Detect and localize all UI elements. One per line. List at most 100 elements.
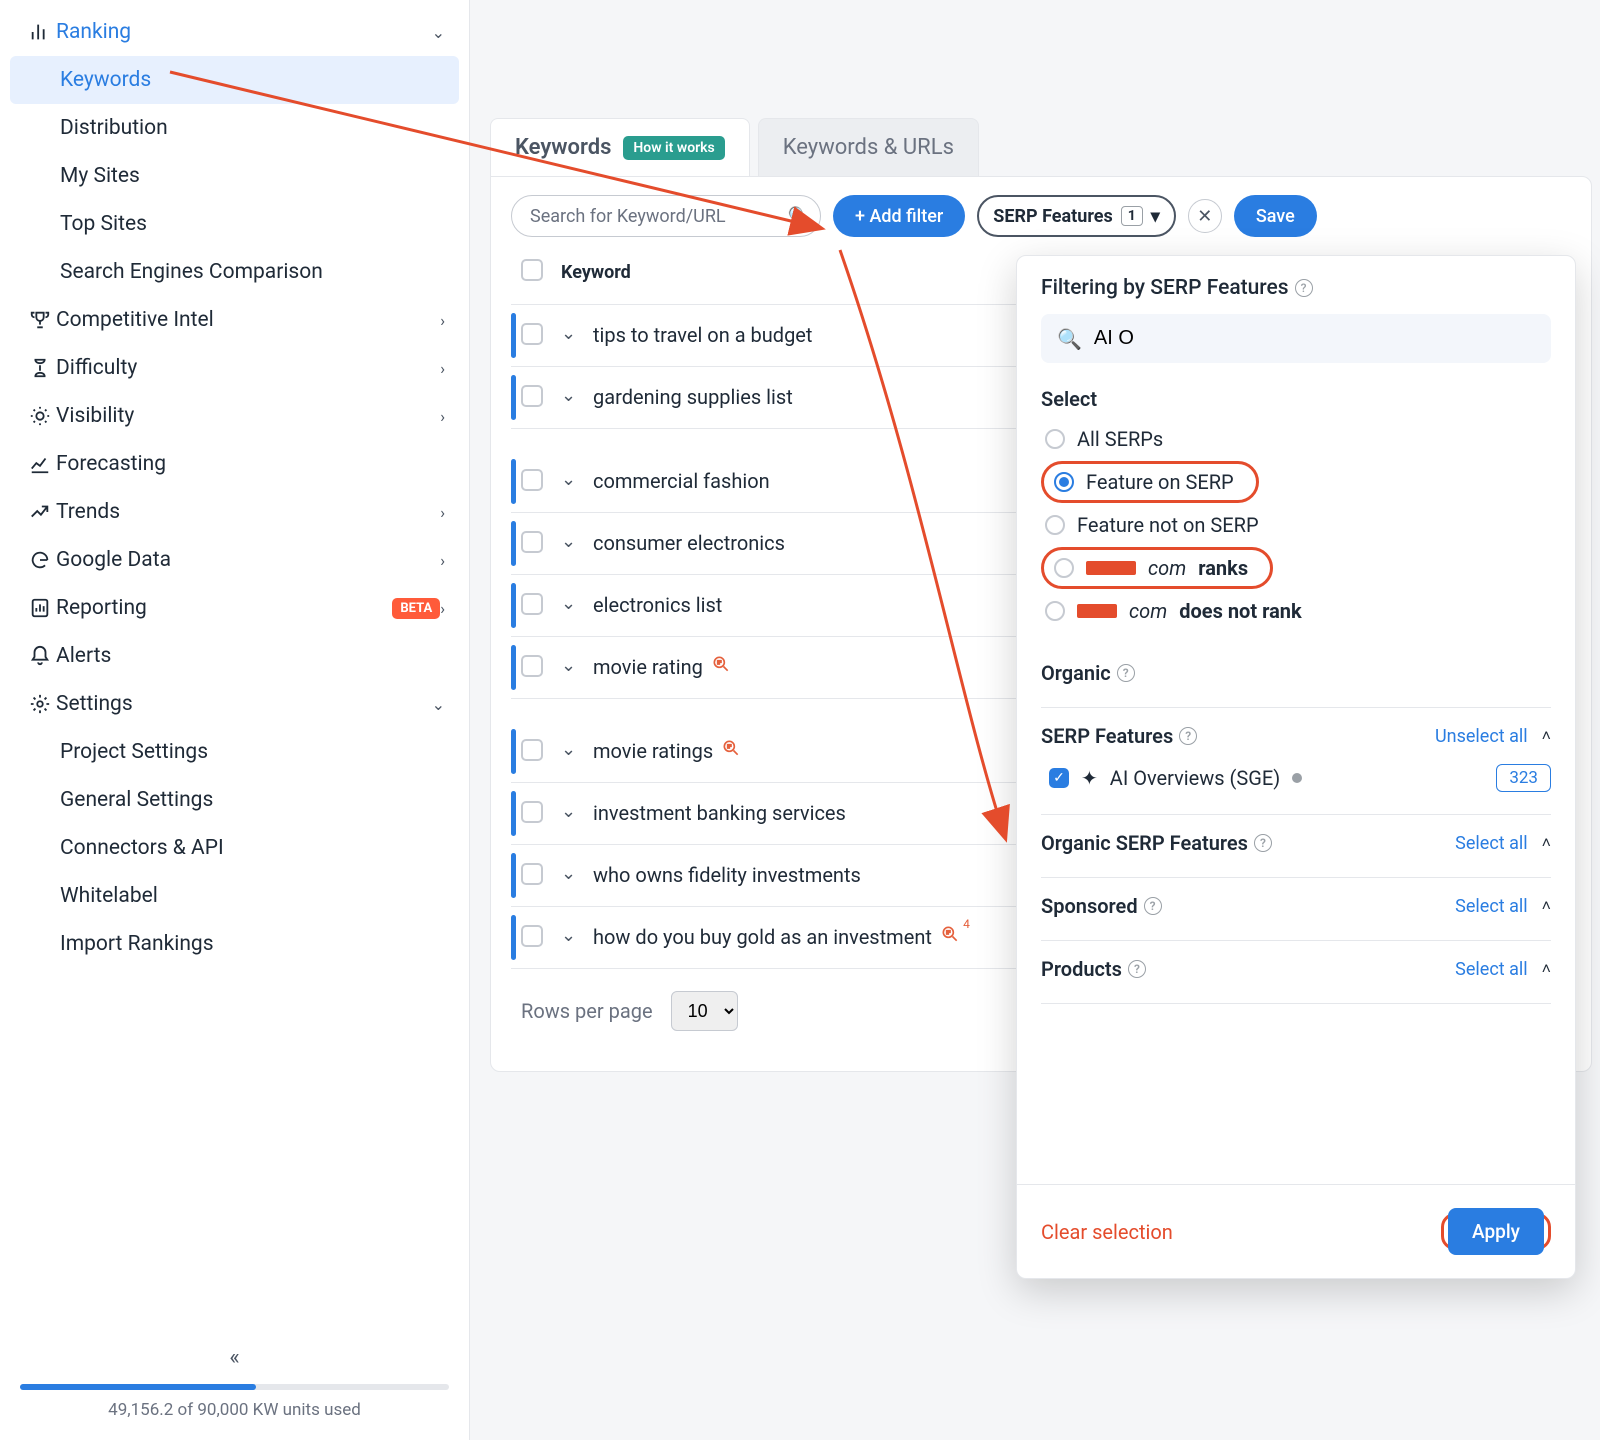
serp-filter-popover: Filtering by SERP Features ? 🔍 Select Al…: [1016, 255, 1576, 1279]
serp-flag-icon: 4: [940, 924, 960, 944]
nav-settings-import[interactable]: Import Rankings: [0, 920, 469, 968]
apply-highlight: Apply: [1441, 1213, 1551, 1250]
popover-footer: Clear selection Apply: [1017, 1184, 1575, 1278]
chevron-down-icon: ⌄: [432, 23, 445, 42]
nav-settings-connectors[interactable]: Connectors & API: [0, 824, 469, 872]
select-all-link[interactable]: Select all: [1455, 959, 1527, 980]
radio-dot: [1054, 472, 1074, 492]
row-checkbox[interactable]: [521, 925, 543, 947]
cat-organic-serp-features[interactable]: Organic SERP Features?: [1041, 831, 1272, 855]
add-filter-button[interactable]: + Add filter: [833, 195, 965, 237]
search-icon: 🔍: [788, 206, 810, 227]
row-checkbox[interactable]: [521, 385, 543, 407]
how-it-works-badge[interactable]: How it works: [623, 136, 724, 160]
serp-flag-icon: [721, 738, 741, 758]
help-icon[interactable]: ?: [1295, 279, 1313, 297]
nav-difficulty[interactable]: Difficulty ›: [0, 344, 469, 392]
nav-settings-general[interactable]: General Settings: [0, 776, 469, 824]
chevron-down-icon[interactable]: ⌄: [561, 321, 593, 344]
radio-feature-on-serp[interactable]: Feature on SERP: [1050, 468, 1238, 496]
filter-chip-serp-features[interactable]: SERP Features 1 ▾: [977, 195, 1176, 237]
chevron-up-icon[interactable]: ˄: [1542, 726, 1551, 746]
chevron-right-icon: ›: [440, 359, 445, 378]
tabs: Keywords How it works Keywords & URLs: [490, 118, 1592, 176]
keyword-search[interactable]: Search for Keyword/URL 🔍: [511, 195, 821, 237]
chevron-down-icon[interactable]: ⌄: [561, 383, 593, 406]
row-checkbox[interactable]: [521, 593, 543, 615]
clear-selection-link[interactable]: Clear selection: [1041, 1220, 1173, 1244]
nav-settings-project[interactable]: Project Settings: [0, 728, 469, 776]
chevron-down-icon: ⌄: [432, 695, 445, 714]
rows-per-page-select[interactable]: 10: [671, 991, 738, 1031]
feature-count: 323: [1496, 764, 1551, 792]
chevron-up-icon[interactable]: ˄: [1542, 959, 1551, 979]
nav-google-data[interactable]: Google Data ›: [0, 536, 469, 584]
cat-sponsored[interactable]: Sponsored?: [1041, 894, 1162, 918]
select-all-link[interactable]: Select all: [1455, 833, 1527, 854]
popover-search-input[interactable]: [1092, 326, 1535, 351]
nav-visibility[interactable]: Visibility ›: [0, 392, 469, 440]
radio-feature-not-on-serp[interactable]: Feature not on SERP: [1041, 505, 1551, 545]
row-checkbox[interactable]: [521, 739, 543, 761]
row-checkbox[interactable]: [521, 323, 543, 345]
select-all-checkbox[interactable]: [521, 259, 543, 281]
nav-competitive[interactable]: Competitive Intel ›: [0, 296, 469, 344]
radio-all-serps[interactable]: All SERPs: [1041, 419, 1551, 459]
toolbar: Search for Keyword/URL 🔍 + Add filter SE…: [511, 195, 1571, 237]
row-checkbox[interactable]: [521, 531, 543, 553]
row-checkbox[interactable]: [521, 863, 543, 885]
nav-ranking-keywords[interactable]: Keywords: [10, 56, 459, 104]
radio-domain-does-not-rank[interactable]: com does not rank: [1041, 591, 1551, 631]
clear-filter-button[interactable]: ✕: [1188, 199, 1222, 233]
nav-settings[interactable]: Settings ⌄: [0, 680, 469, 728]
help-icon[interactable]: ?: [1144, 897, 1162, 915]
usage-bar: [20, 1384, 449, 1390]
nav-reporting[interactable]: Reporting BETA ›: [0, 584, 469, 632]
chevron-down-icon[interactable]: ⌄: [561, 799, 593, 822]
nav-settings-whitelabel[interactable]: Whitelabel: [0, 872, 469, 920]
chevron-down-icon[interactable]: ⌄: [561, 653, 593, 676]
chevron-down-icon[interactable]: ⌄: [561, 923, 593, 946]
chevron-down-icon[interactable]: ⌄: [561, 861, 593, 884]
hourglass-icon: [24, 357, 56, 379]
chevron-down-icon[interactable]: ⌄: [561, 591, 593, 614]
chevron-down-icon[interactable]: ⌄: [561, 529, 593, 552]
collapse-sidebar-button[interactable]: «: [20, 1339, 449, 1384]
chevron-up-icon[interactable]: ˄: [1542, 833, 1551, 853]
bell-icon: [24, 645, 56, 667]
row-checkbox[interactable]: [521, 469, 543, 491]
unselect-all-link[interactable]: Unselect all: [1435, 726, 1528, 747]
nav-ranking-distribution[interactable]: Distribution: [0, 104, 469, 152]
help-icon[interactable]: ?: [1128, 960, 1146, 978]
nav-alerts[interactable]: Alerts: [0, 632, 469, 680]
cat-products[interactable]: Products?: [1041, 957, 1146, 981]
usage-bar-fill: [20, 1384, 256, 1390]
chevron-down-icon[interactable]: ⌄: [561, 467, 593, 490]
nav-trends[interactable]: Trends ›: [0, 488, 469, 536]
nav-ranking-se-comparison[interactable]: Search Engines Comparison: [0, 248, 469, 296]
checkbox[interactable]: ✓: [1049, 768, 1069, 788]
nav-ranking-topsites[interactable]: Top Sites: [0, 200, 469, 248]
chevron-down-icon[interactable]: ⌄: [561, 737, 593, 760]
apply-button[interactable]: Apply: [1448, 1208, 1544, 1255]
radio-domain-ranks[interactable]: com ranks: [1050, 554, 1252, 582]
nav-ranking[interactable]: Ranking ⌄: [0, 8, 469, 56]
tab-keywords[interactable]: Keywords How it works: [490, 118, 750, 176]
status-dot: [1292, 773, 1302, 783]
chevron-right-icon: ›: [440, 503, 445, 522]
save-button[interactable]: Save: [1234, 195, 1317, 237]
select-all-link[interactable]: Select all: [1455, 896, 1527, 917]
nav-ranking-mysites[interactable]: My Sites: [0, 152, 469, 200]
nav-forecasting[interactable]: Forecasting: [0, 440, 469, 488]
feature-ai-overviews[interactable]: ✓ ✦ AI Overviews (SGE) 323: [1041, 748, 1551, 792]
chevron-up-icon[interactable]: ˄: [1542, 896, 1551, 916]
popover-search[interactable]: 🔍: [1041, 314, 1551, 363]
row-checkbox[interactable]: [521, 801, 543, 823]
radio-dot: [1045, 429, 1065, 449]
help-icon[interactable]: ?: [1179, 727, 1197, 745]
beta-badge: BETA: [392, 598, 440, 619]
help-icon[interactable]: ?: [1254, 834, 1272, 852]
tab-keywords-urls[interactable]: Keywords & URLs: [758, 118, 979, 176]
row-checkbox[interactable]: [521, 655, 543, 677]
help-icon[interactable]: ?: [1117, 664, 1135, 682]
